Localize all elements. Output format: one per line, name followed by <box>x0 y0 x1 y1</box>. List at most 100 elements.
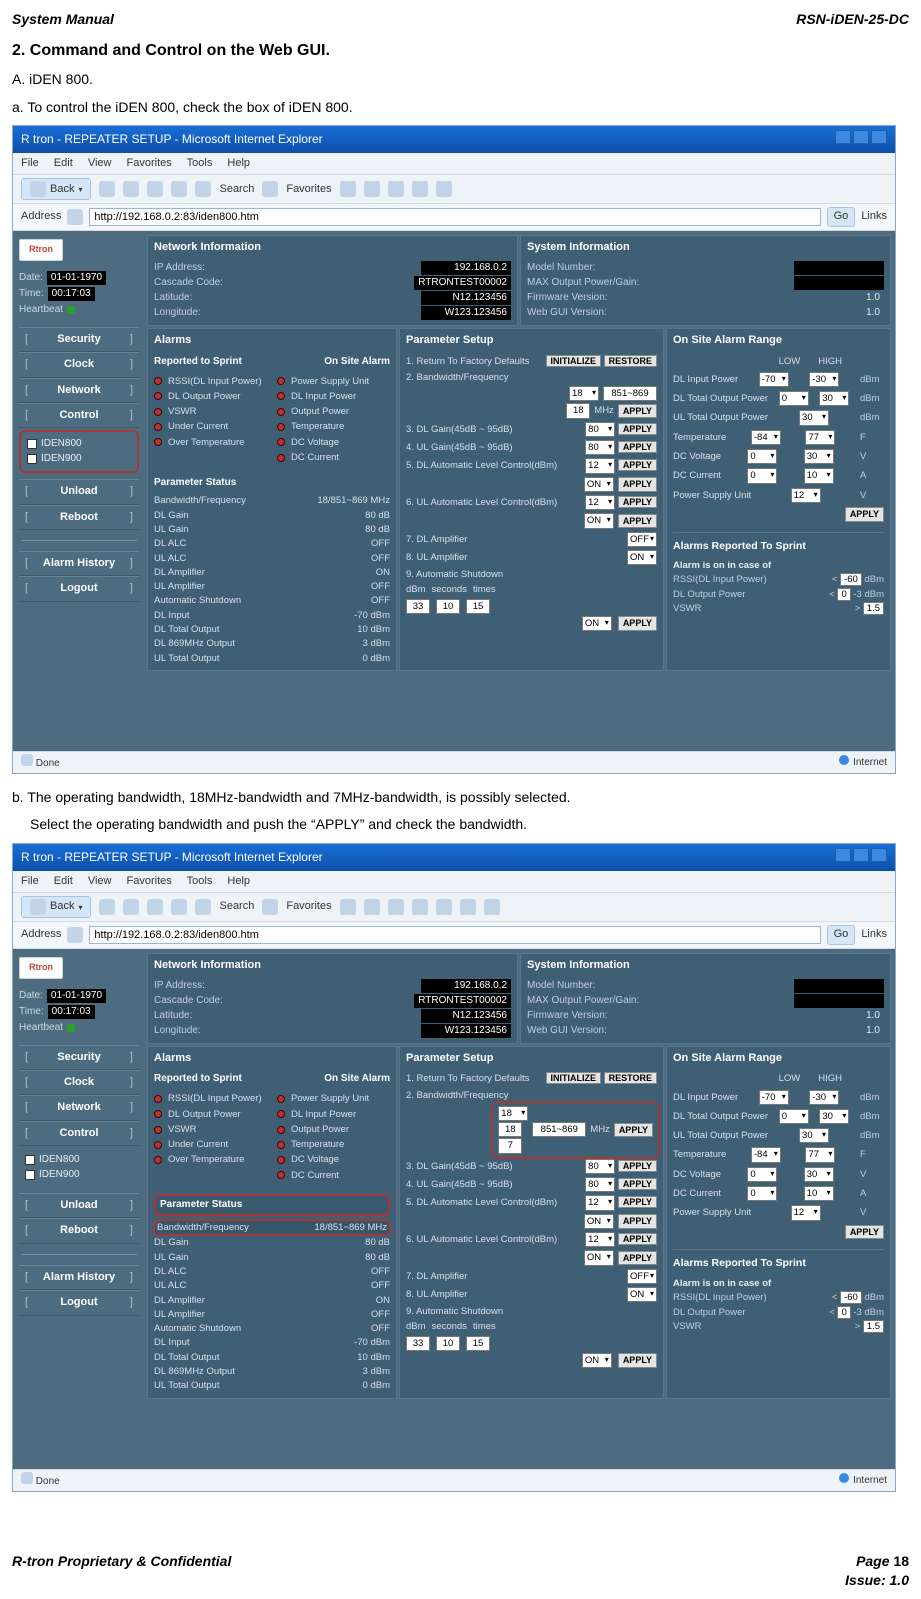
menu-help[interactable]: Help <box>227 157 250 169</box>
print-icon[interactable] <box>412 899 428 915</box>
close-icon[interactable] <box>871 848 887 862</box>
go-button[interactable]: Go <box>827 207 856 226</box>
asd-apply[interactable]: APPLY <box>618 616 657 631</box>
rep-rssi[interactable]: -60 <box>840 573 862 586</box>
go-button[interactable]: Go <box>827 925 856 944</box>
dlalc-select[interactable]: 12▾ <box>585 458 615 473</box>
ulalc-apply[interactable]: APPLY <box>618 496 657 508</box>
stop-icon[interactable] <box>123 181 139 197</box>
menu-view[interactable]: View <box>88 157 112 169</box>
ulgain-select[interactable]: 80▾ <box>585 440 615 455</box>
menu-file[interactable]: File <box>21 157 39 169</box>
sidebar-item-logout[interactable]: [Logout] <box>19 576 139 601</box>
bw-apply-button[interactable]: APPLY <box>618 404 657 419</box>
checkbox-iden800[interactable]: ✓ <box>27 439 37 449</box>
sidebar-item-reboot[interactable]: [Reboot] <box>19 1218 139 1243</box>
dlalc-apply[interactable]: APPLY <box>618 459 657 471</box>
forward-icon[interactable] <box>99 181 115 197</box>
search-icon[interactable] <box>195 899 211 915</box>
sidebar-item-alarmhistory[interactable]: [Alarm History] <box>19 1265 139 1290</box>
edit-icon[interactable] <box>436 899 452 915</box>
sidebar-item-security[interactable]: [Security] <box>19 1045 139 1070</box>
bw-opt-7[interactable]: 7 <box>498 1138 522 1153</box>
min-icon[interactable] <box>835 130 851 144</box>
menu-tools[interactable]: Tools <box>187 875 213 887</box>
dlamp-select[interactable]: OFF▾ <box>627 532 657 547</box>
menu-favorites[interactable]: Favorites <box>127 157 172 169</box>
menu-tools[interactable]: Tools <box>187 157 213 169</box>
ulalc-on-select[interactable]: ON▾ <box>584 513 614 528</box>
media-icon[interactable] <box>340 181 356 197</box>
mail-icon[interactable] <box>388 181 404 197</box>
max-icon[interactable] <box>853 130 869 144</box>
dlgain-apply[interactable]: APPLY <box>618 423 657 435</box>
home-icon[interactable] <box>171 181 187 197</box>
history-icon[interactable] <box>364 181 380 197</box>
history-icon[interactable] <box>364 899 380 915</box>
dlalc-on-apply[interactable]: APPLY <box>618 477 657 492</box>
menu-edit[interactable]: Edit <box>54 157 73 169</box>
asd-times[interactable]: 15 <box>466 599 490 614</box>
onsite-apply[interactable]: APPLY <box>845 507 884 522</box>
print-icon[interactable] <box>412 181 428 197</box>
max-icon[interactable] <box>853 848 869 862</box>
sidebar-item-network[interactable]: [Network] <box>19 378 139 403</box>
sidebar-item-clock[interactable]: [Clock] <box>19 1070 139 1095</box>
favorites-icon[interactable] <box>262 899 278 915</box>
discuss-icon[interactable] <box>460 899 476 915</box>
menu-favorites[interactable]: Favorites <box>127 875 172 887</box>
asd-on-select[interactable]: ON▾ <box>582 616 612 631</box>
back-button[interactable]: Back▾ <box>21 896 91 918</box>
sidebar-item-unload[interactable]: [Unload] <box>19 1193 139 1218</box>
asd-dbm[interactable]: 33 <box>406 599 430 614</box>
dlalc-on-select[interactable]: ON▾ <box>584 477 614 492</box>
refresh-icon[interactable] <box>147 899 163 915</box>
checkbox-iden800[interactable]: ✓ <box>25 1155 35 1165</box>
onsite-apply[interactable]: APPLY <box>845 1225 884 1240</box>
home-icon[interactable] <box>171 899 187 915</box>
sidebar-item-network[interactable]: [Network] <box>19 1095 139 1120</box>
initialize-button[interactable]: INITIALIZE <box>546 1072 602 1084</box>
bw-select[interactable]: 18▾ <box>569 386 599 401</box>
min-icon[interactable] <box>835 848 851 862</box>
sidebar-item-control[interactable]: [Control] <box>19 403 139 428</box>
ulamp-select[interactable]: ON▾ <box>627 550 657 565</box>
rep-dlout[interactable]: 0 <box>837 588 850 601</box>
menu-file[interactable]: File <box>21 875 39 887</box>
bw-apply-button[interactable]: APPLY <box>614 1123 653 1138</box>
dlgain-select[interactable]: 80▾ <box>585 422 615 437</box>
ulgain-apply[interactable]: APPLY <box>618 441 657 453</box>
ulalc-select[interactable]: 12▾ <box>585 495 615 510</box>
sidebar-item-alarmhistory[interactable]: [Alarm History] <box>19 551 139 576</box>
stop-icon[interactable] <box>123 899 139 915</box>
ulalc-on-apply[interactable]: APPLY <box>618 514 657 529</box>
menu-edit[interactable]: Edit <box>54 875 73 887</box>
sidebar-item-reboot[interactable]: [Reboot] <box>19 505 139 530</box>
checkbox-iden900[interactable] <box>27 454 37 464</box>
back-button[interactable]: Back▾ <box>21 178 91 200</box>
bw-opt-18[interactable]: 18 <box>498 1122 522 1137</box>
url-input[interactable] <box>89 926 820 944</box>
menu-help[interactable]: Help <box>227 875 250 887</box>
checkbox-iden900[interactable] <box>25 1170 35 1180</box>
media-icon[interactable] <box>340 899 356 915</box>
rep-vswr[interactable]: 1.5 <box>863 602 884 615</box>
initialize-button[interactable]: INITIALIZE <box>546 355 602 367</box>
restore-button[interactable]: RESTORE <box>604 1072 657 1084</box>
links-label[interactable]: Links <box>861 209 887 224</box>
favorites-icon[interactable] <box>262 181 278 197</box>
restore-button[interactable]: RESTORE <box>604 355 657 367</box>
research-icon[interactable] <box>484 899 500 915</box>
menu-view[interactable]: View <box>88 875 112 887</box>
refresh-icon[interactable] <box>147 181 163 197</box>
close-icon[interactable] <box>871 130 887 144</box>
forward-icon[interactable] <box>99 899 115 915</box>
sidebar-item-clock[interactable]: [Clock] <box>19 352 139 377</box>
search-icon[interactable] <box>195 181 211 197</box>
mail-icon[interactable] <box>388 899 404 915</box>
url-input[interactable] <box>89 208 820 226</box>
sidebar-item-unload[interactable]: [Unload] <box>19 479 139 504</box>
links-label[interactable]: Links <box>861 927 887 942</box>
edit-icon[interactable] <box>436 181 452 197</box>
bw-select[interactable]: 18▾ <box>498 1106 528 1121</box>
